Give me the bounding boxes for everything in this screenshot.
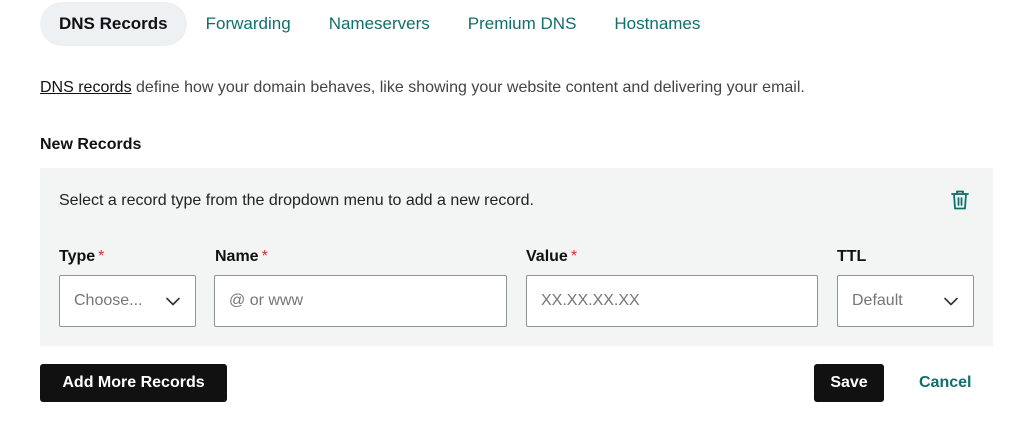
- dns-description: DNS records define how your domain behav…: [40, 79, 805, 97]
- save-button[interactable]: Save: [814, 364, 884, 402]
- tab-forwarding[interactable]: Forwarding: [187, 2, 310, 46]
- tab-dns-records[interactable]: DNS Records: [40, 2, 187, 46]
- dns-description-text: define how your domain behaves, like sho…: [131, 79, 805, 96]
- required-mark: *: [261, 248, 268, 265]
- chevron-down-icon: [165, 293, 181, 309]
- new-record-panel: Select a record type from the dropdown m…: [40, 168, 993, 346]
- record-instruction: Select a record type from the dropdown m…: [59, 192, 534, 209]
- ttl-select-value: Default: [852, 292, 903, 309]
- dns-records-link[interactable]: DNS records: [40, 79, 132, 96]
- ttl-select[interactable]: Default: [837, 275, 974, 327]
- type-select-value: Choose...: [74, 292, 143, 309]
- required-mark: *: [98, 248, 105, 265]
- new-records-heading: New Records: [40, 136, 142, 153]
- name-input[interactable]: [229, 292, 492, 310]
- delete-record-button[interactable]: [948, 188, 972, 212]
- type-select[interactable]: Choose...: [59, 275, 196, 327]
- add-more-records-button[interactable]: Add More Records: [40, 364, 227, 402]
- dns-tabs: DNS Records Forwarding Nameservers Premi…: [40, 2, 719, 46]
- value-input[interactable]: [541, 292, 803, 310]
- tab-nameservers[interactable]: Nameservers: [310, 2, 449, 46]
- name-field[interactable]: [214, 275, 507, 327]
- value-field[interactable]: [526, 275, 818, 327]
- name-label: Name *: [215, 248, 268, 265]
- dns-records-page: DNS Records Forwarding Nameservers Premi…: [0, 0, 1024, 426]
- type-label: Type *: [59, 248, 105, 265]
- required-mark: *: [570, 248, 578, 265]
- trash-icon: [951, 190, 969, 210]
- tab-hostnames[interactable]: Hostnames: [595, 2, 719, 46]
- cancel-button[interactable]: Cancel: [919, 364, 971, 402]
- ttl-label: TTL: [837, 248, 867, 265]
- value-label: Value *: [526, 248, 578, 265]
- tab-premium-dns[interactable]: Premium DNS: [449, 2, 596, 46]
- chevron-down-icon: [943, 293, 959, 309]
